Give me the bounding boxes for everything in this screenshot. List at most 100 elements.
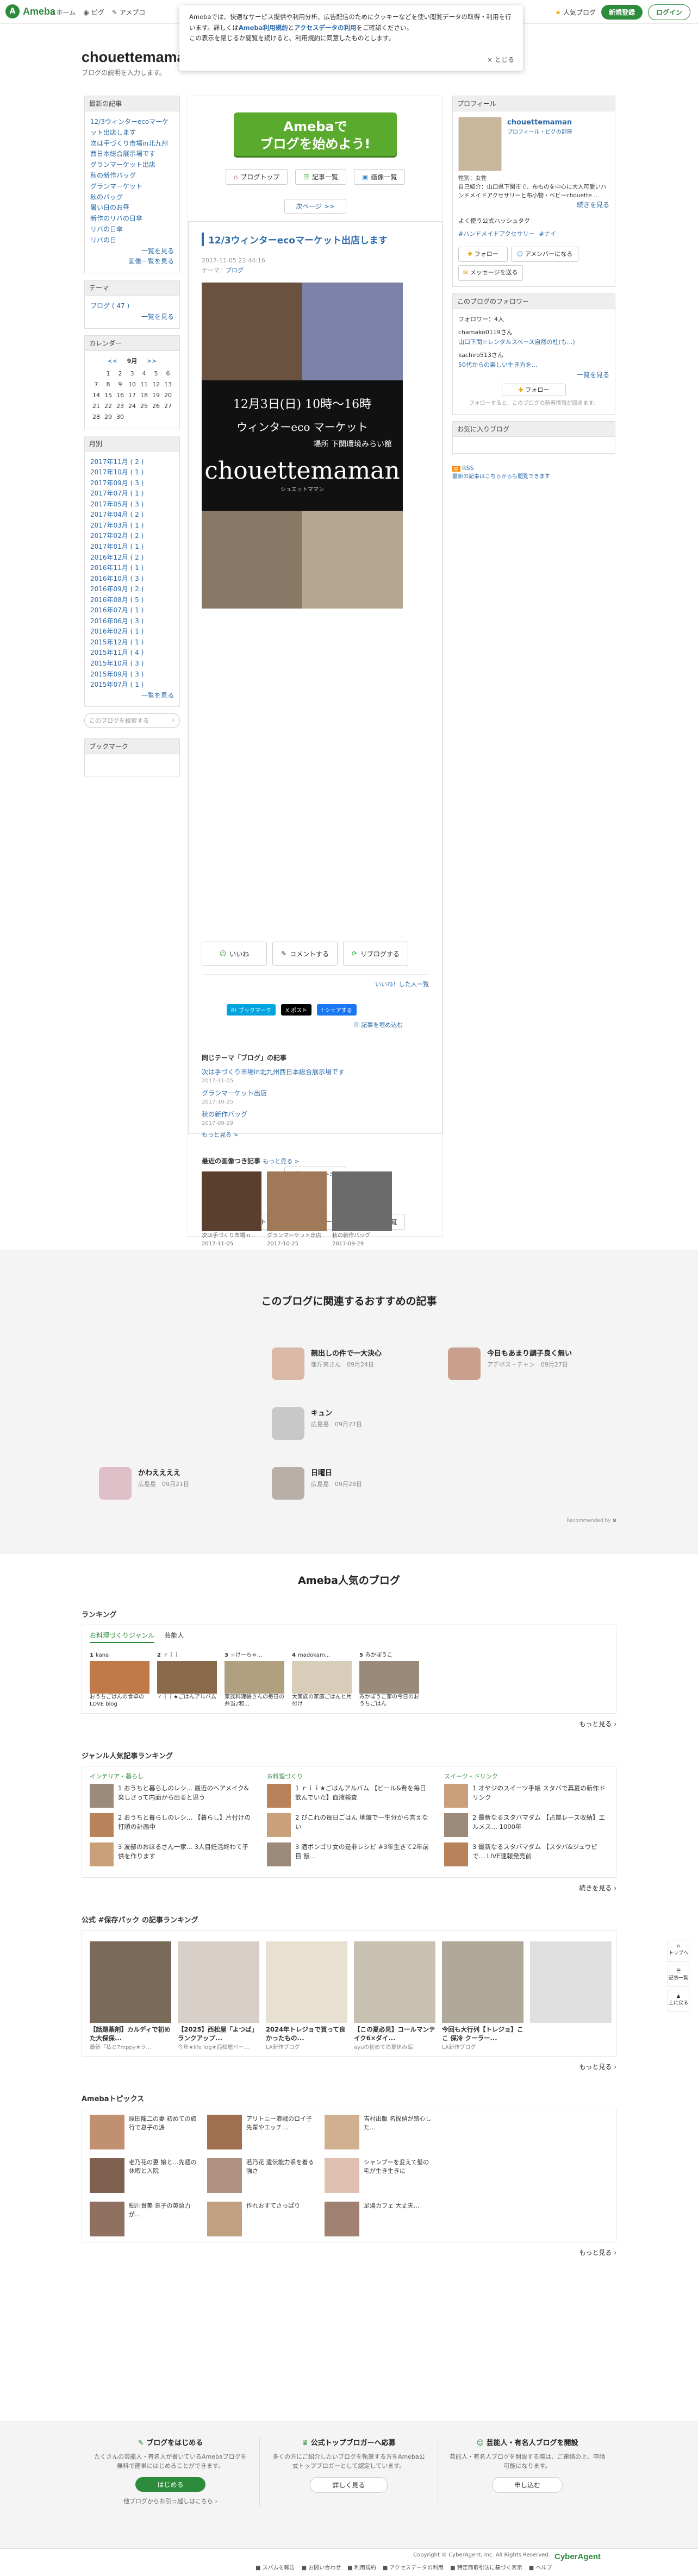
float-up-button[interactable]: ▲ 上に戻る (668, 1990, 689, 2011)
calendar-day[interactable]: 4 (138, 368, 150, 379)
calendar-day[interactable]: 19 (150, 390, 162, 401)
ranking-item[interactable]: 3 ☆けーちゃ... 家族料理帳さんの毎日の弁当♪和... (225, 1652, 284, 1708)
cookie-close-button[interactable]: × とじる (487, 54, 514, 65)
recent-post-link[interactable]: グランマーケット (90, 181, 174, 192)
pack-item[interactable]: 2024年トレジョで買って良かったもの... LA新作ブログ (266, 1941, 347, 2051)
archive-month-link[interactable]: 2015年09月 ( 3 ) (90, 669, 174, 680)
calendar-day[interactable]: 14 (90, 390, 102, 401)
genre-article[interactable]: 1 ｒｉｉ★ごはんアルバム 【ビール&肴を毎日飲んでいた】血液検査 (267, 1784, 430, 1808)
calendar-day[interactable]: 5 (150, 368, 162, 379)
genre-name[interactable]: スイーツ・ドリンク (444, 1772, 607, 1781)
archive-month-link[interactable]: 2015年11月 ( 4 ) (90, 648, 174, 659)
profile-links[interactable]: プロフィール・ピグの部屋 (507, 128, 572, 137)
calendar-day[interactable]: 15 (102, 390, 114, 401)
article-title[interactable]: 12/3ウィンターecoマーケット出店します (202, 233, 429, 246)
recent-image-item[interactable]: 次は手づくり市場in... 2017-11-05 (202, 1171, 261, 1248)
ranking-item[interactable]: 4 madokam... 大家族の家庭ごはんと片付け (292, 1652, 352, 1708)
hashtag-item[interactable]: #ナイ (539, 229, 556, 239)
recent-post-link[interactable]: 12/3ウィンターecoマーケット出店します (90, 117, 174, 139)
like-list-link[interactable]: いいね！した人一覧 (375, 980, 429, 988)
footer-link[interactable]: ■ 利用規約 (347, 2563, 376, 2571)
tab-cooking[interactable]: お料理づくりジャンル (90, 1631, 155, 1643)
amember-button[interactable]: ☺ アメンバーになる (510, 247, 579, 262)
topic-item[interactable]: アリトニー浪戦のロイ子先輩やエッチ… (207, 2115, 316, 2150)
archive-more-link[interactable]: 一覧を見る (90, 691, 174, 701)
archive-month-link[interactable]: 2015年07月 ( 1 ) (90, 680, 174, 691)
calendar-day[interactable]: 16 (114, 390, 126, 401)
float-list-button[interactable]: ☰ 記事一覧 (668, 1965, 689, 1986)
pack-more[interactable]: もっと見る › (82, 2062, 616, 2071)
hatena-share-button[interactable]: B! ブックマーク (227, 1004, 276, 1016)
footer-link[interactable]: ■ お問い合わせ (302, 2563, 341, 2571)
archive-month-link[interactable]: 2016年12月 ( 2 ) (90, 553, 174, 563)
archive-month-link[interactable]: 2017年03月 ( 1 ) (90, 521, 174, 531)
topic-item[interactable]: 若乃花 遺伝能力系を着る強さ (207, 2158, 316, 2193)
archive-month-link[interactable]: 2016年11月 ( 1 ) (90, 563, 174, 574)
follower-item[interactable]: kachiro513さん 50代からの楽しい生き方を... (458, 350, 609, 370)
comment-button[interactable]: ✎ コメントする (272, 942, 338, 966)
recent-images-more[interactable]: もっと見る > (263, 1158, 300, 1165)
archive-month-link[interactable]: 2017年01月 ( 1 ) (90, 542, 174, 553)
like-button[interactable]: ☺ いいね (202, 942, 267, 966)
archive-month-link[interactable]: 2015年10月 ( 3 ) (90, 659, 174, 669)
same-theme-link[interactable]: 次は手づくり市場in北九州西日本総合展示場です (202, 1067, 430, 1077)
recent-image-item[interactable]: グランマーケット出店 2017-10-25 (267, 1171, 327, 1248)
archive-month-link[interactable]: 2016年09月 ( 2 ) (90, 584, 174, 595)
recent-post-link[interactable]: 秋の新作バッグ (90, 171, 174, 181)
archive-month-link[interactable]: 2017年02月 ( 2 ) (90, 531, 174, 542)
tab-celebrity[interactable]: 芸能人 (164, 1631, 184, 1643)
profile-name[interactable]: chouettemaman (507, 117, 572, 128)
follow-button[interactable]: ✚ フォロー (458, 247, 508, 262)
archive-month-link[interactable]: 2017年10月 ( 1 ) (90, 467, 174, 478)
topic-item[interactable]: 作れおすてさっぱり (207, 2202, 316, 2237)
signup-button[interactable]: 新規登録 (601, 5, 643, 20)
x-share-button[interactable]: X ポスト (281, 1004, 312, 1016)
calendar-day[interactable]: 25 (138, 401, 150, 412)
ranking-item[interactable]: 1 kana おうちごはんの食卓のLOVE blog (90, 1652, 149, 1708)
theme-more-link[interactable]: 一覧を見る (90, 312, 174, 323)
popular-blogs-link[interactable]: ★ 人気ブログ (555, 8, 596, 17)
genre-article[interactable]: 2 おうちと暮らしのレシ... 【暮らし】片付けの打順の計画中 (90, 1813, 253, 1837)
recent-post-link[interactable]: リバの日傘 (90, 224, 174, 235)
calendar-next[interactable]: >> (147, 358, 157, 365)
calendar-day[interactable]: 9 (114, 379, 126, 390)
topic-item[interactable]: 吉村出版 名探偵が感心した… (325, 2115, 433, 2150)
blog-search[interactable]: このブログを検索する ⌕ (84, 713, 180, 728)
recent-more-link[interactable]: 一覧を見る (90, 246, 174, 257)
celebrity-apply-button[interactable]: 申し込む (491, 2477, 563, 2493)
nav-ameblo[interactable]: ✎ アメブロ (112, 8, 145, 17)
same-theme-link[interactable]: グランマーケット出店 (202, 1088, 430, 1098)
nav-home[interactable]: ⌂ ホーム (50, 8, 76, 17)
pack-item[interactable]: 【話題薬剤】カルディで初めた大保保... 最新「私と7mppy★ラ... (90, 1941, 171, 2051)
archive-month-link[interactable]: 2016年02月 ( 1 ) (90, 626, 174, 637)
follower-more[interactable]: 一覧を見る (458, 370, 609, 381)
next-page-button[interactable]: 次ページ >> (284, 199, 346, 214)
topics-more[interactable]: もっと見る › (82, 2248, 616, 2257)
recommend-item[interactable]: キュン 広島島 09月27日 (272, 1407, 424, 1440)
ameba-logo[interactable]: A Ameba (5, 4, 55, 18)
topic-item[interactable]: 細川貴美 息子の英語力が… (90, 2202, 198, 2237)
calendar-day[interactable]: 12 (150, 379, 162, 390)
archive-month-link[interactable]: 2017年09月 ( 3 ) (90, 478, 174, 489)
archive-month-link[interactable]: 2017年11月 ( 2 ) (90, 457, 174, 468)
image-list-button[interactable]: ▣ 画像一覧 (354, 169, 406, 185)
recommend-item[interactable]: 親出しの件で一大決心 亜斤来さん 09月24日 (272, 1347, 424, 1380)
calendar-day[interactable]: 13 (162, 379, 174, 390)
follow-button-2[interactable]: ✚ フォロー (501, 384, 566, 397)
footer-link[interactable]: ■ アクセスデータの利用 (383, 2563, 444, 2571)
genre-article[interactable]: 3 最新なるスタバマダム 【スタバ&ジュウピで… LIVE速報発売前 (444, 1842, 607, 1866)
calendar-day[interactable]: 29 (102, 412, 114, 423)
ranking-more[interactable]: もっと見る › (82, 1719, 616, 1728)
ranking-item[interactable]: 2 ｒｉｉ ｒｉｉ★ごはんアルバム (157, 1652, 217, 1708)
rss-link[interactable]: RSS (462, 465, 474, 472)
theme-item[interactable]: ブログ ( 47 ) (90, 301, 174, 312)
calendar-day[interactable]: 24 (126, 401, 138, 412)
footer-link[interactable]: ■ スパムを報告 (255, 2563, 295, 2571)
article-theme-link[interactable]: ブログ (226, 267, 244, 274)
archive-month-link[interactable]: 2016年07月 ( 1 ) (90, 605, 174, 616)
genre-name[interactable]: インテリア・暮らし (90, 1772, 253, 1781)
recent-post-link[interactable]: 新作のリバの日傘 (90, 214, 174, 224)
start-blog-button[interactable]: はじめる (135, 2477, 205, 2492)
calendar-day[interactable]: 11 (138, 379, 150, 390)
same-theme-link[interactable]: 秋の新作バッグ (202, 1110, 430, 1119)
